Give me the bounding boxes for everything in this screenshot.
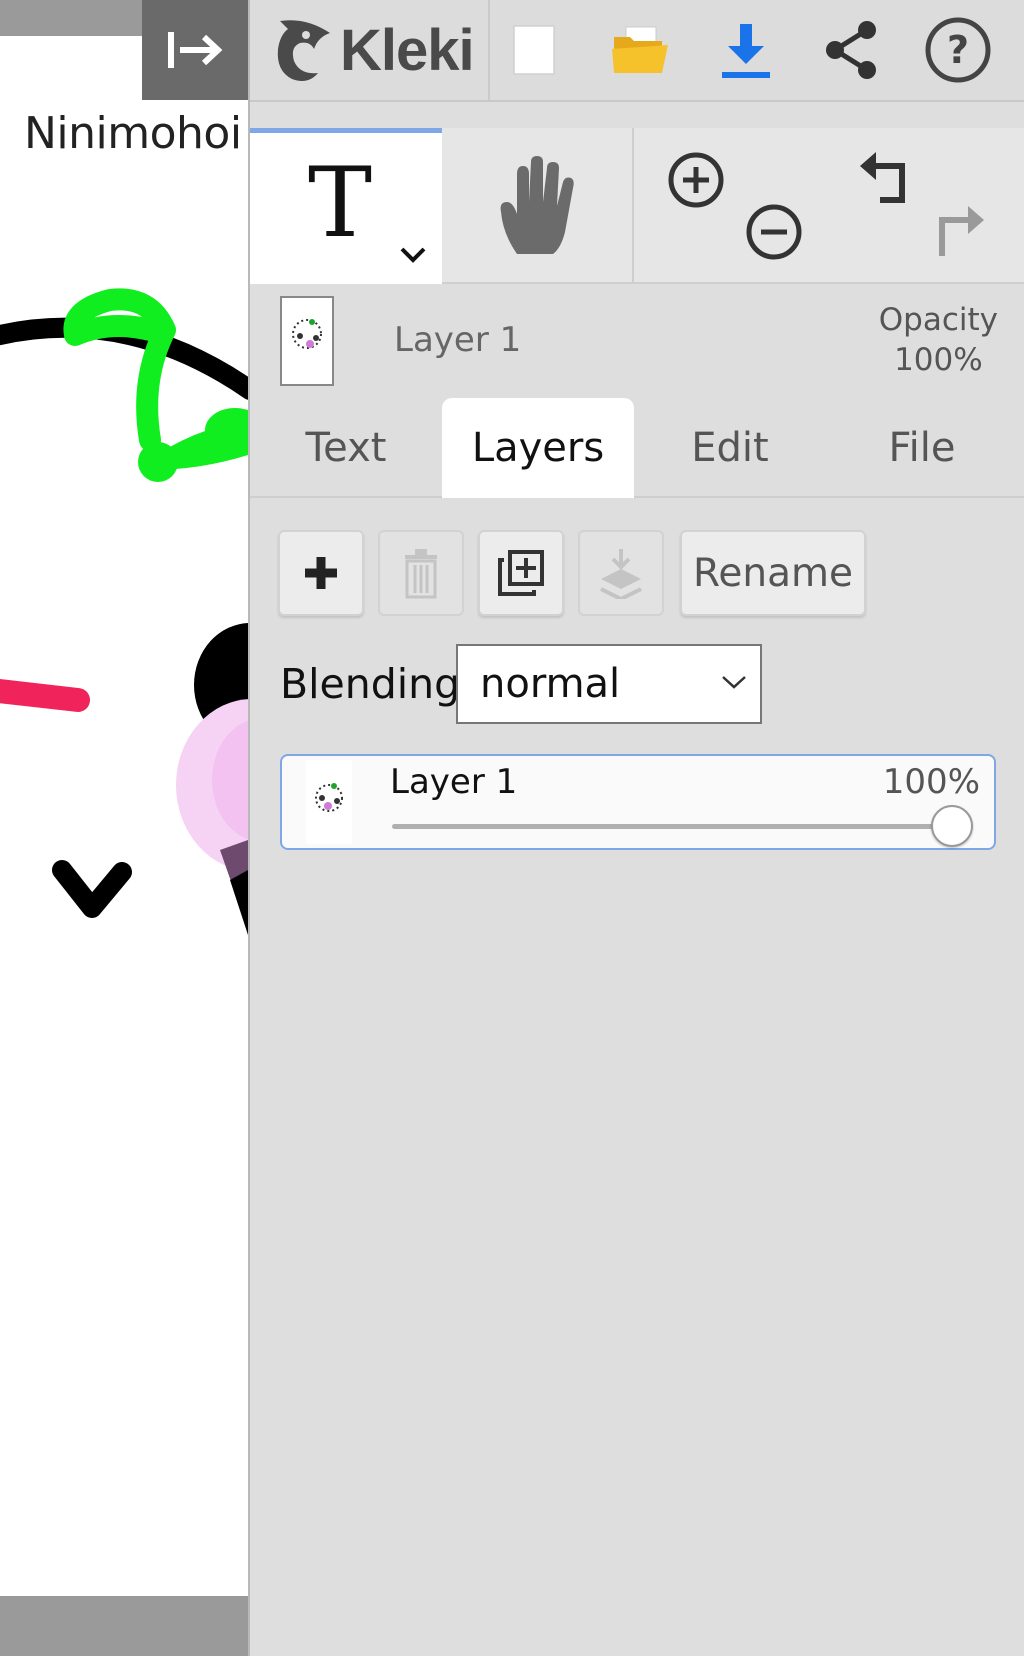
zoom-in-icon[interactable] xyxy=(666,150,726,210)
layer-opacity-slider[interactable] xyxy=(392,805,973,847)
new-image-button[interactable] xyxy=(498,14,570,86)
blending-mode-select[interactable]: normal xyxy=(456,644,762,724)
tool-panel: Kleki ? T Layer 1 Opacity 100% Text Laye… xyxy=(248,0,1024,1656)
opacity-readout: Opacity 100% xyxy=(879,300,998,380)
add-layer-button[interactable] xyxy=(278,530,364,616)
text-tool-icon: T xyxy=(308,147,373,259)
download-icon xyxy=(722,24,770,78)
blending-label: Blending xyxy=(280,660,461,708)
topbar-separator xyxy=(488,0,490,100)
merge-down-button[interactable] xyxy=(578,530,664,616)
current-layer-info: Layer 1 Opacity 100% xyxy=(250,286,1024,394)
layer-thumbnail xyxy=(280,296,334,386)
logo-text: Kleki xyxy=(340,17,475,83)
chevron-down-icon[interactable] xyxy=(398,245,428,265)
hand-tool-button[interactable] xyxy=(442,128,634,284)
blank-page-icon xyxy=(513,25,555,75)
layer-actions-toolbar: Rename xyxy=(250,530,1024,620)
drawing-canvas[interactable] xyxy=(0,36,248,1596)
blending-mode-value: normal xyxy=(480,661,621,707)
canvas-text-label: Ninimohoi xyxy=(24,108,242,159)
tab-layers[interactable]: Layers xyxy=(442,398,634,498)
duplicate-layer-button[interactable] xyxy=(478,530,564,616)
collapse-arrow-icon xyxy=(168,32,223,68)
plus-icon xyxy=(305,557,337,589)
top-bar: Kleki ? xyxy=(250,0,1024,102)
opacity-slider-handle[interactable] xyxy=(931,805,973,847)
svg-text:?: ? xyxy=(947,28,969,72)
current-layer-name: Layer 1 xyxy=(394,320,522,360)
hand-icon xyxy=(500,156,574,254)
share-icon xyxy=(826,21,876,79)
redo-icon[interactable] xyxy=(930,202,988,264)
tab-edit[interactable]: Edit xyxy=(634,398,826,498)
kleki-logo[interactable]: Kleki xyxy=(272,10,475,90)
layer-list-item[interactable]: Layer 1 100% xyxy=(280,754,996,850)
layer-thumbnail xyxy=(306,760,352,844)
duplicate-icon xyxy=(498,550,544,596)
save-download-button[interactable] xyxy=(710,14,782,86)
drawing-canvas-area[interactable]: Ninimohoi xyxy=(0,0,248,1656)
panel-tabs: Text Layers Edit File xyxy=(250,398,1024,498)
layer-preview-image xyxy=(315,783,343,812)
open-file-button[interactable] xyxy=(604,14,676,86)
chevron-down-icon xyxy=(722,676,746,689)
text-tool-button[interactable]: T xyxy=(250,128,442,284)
tool-row: T xyxy=(250,128,1024,284)
folder-icon xyxy=(612,26,668,73)
merge-down-icon xyxy=(600,549,642,599)
rename-layer-button[interactable]: Rename xyxy=(680,530,866,616)
help-button[interactable]: ? xyxy=(922,14,994,86)
opacity-label: Opacity xyxy=(878,302,998,338)
undo-icon[interactable] xyxy=(856,148,914,210)
toggle-panel-button[interactable] xyxy=(142,0,248,100)
layer-opacity-value: 100% xyxy=(882,762,980,802)
kleki-logo-icon xyxy=(277,20,330,81)
zoom-out-icon[interactable] xyxy=(744,202,804,262)
help-icon: ? xyxy=(925,17,991,83)
layer-preview-image xyxy=(292,319,322,349)
trash-icon xyxy=(405,549,437,599)
tab-file[interactable]: File xyxy=(826,398,1018,498)
layer-name: Layer 1 xyxy=(390,762,518,802)
canvas-artwork xyxy=(0,288,248,935)
share-button[interactable] xyxy=(816,14,888,86)
opacity-value: 100% xyxy=(894,342,983,378)
blending-row: Blending normal xyxy=(250,644,1024,724)
delete-layer-button[interactable] xyxy=(378,530,464,616)
tab-text[interactable]: Text xyxy=(250,398,442,498)
